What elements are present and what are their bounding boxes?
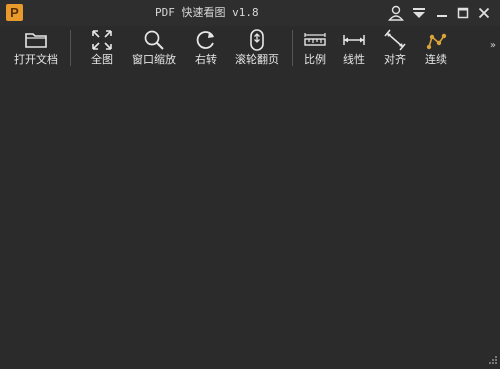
document-view-area[interactable] <box>0 72 500 364</box>
align-label: 对齐 <box>384 53 406 66</box>
fit-all-button[interactable]: 全图 <box>82 26 122 72</box>
linear-label: 线性 <box>343 53 365 66</box>
rotate-right-button[interactable]: 右转 <box>186 26 226 72</box>
continuous-label: 连续 <box>425 53 447 66</box>
rotate-right-icon <box>193 28 219 52</box>
maximize-icon[interactable] <box>453 3 473 23</box>
zoom-window-button[interactable]: 窗口缩放 <box>128 26 180 72</box>
align-measure-icon <box>382 28 408 52</box>
mouse-wheel-icon <box>244 28 270 52</box>
scale-button[interactable]: 比例 <box>300 26 330 72</box>
close-icon[interactable] <box>474 3 494 23</box>
zoom-window-label: 窗口缩放 <box>132 53 176 66</box>
toolbar-overflow-button[interactable]: » <box>490 40 496 51</box>
menu-dropdown-icon[interactable] <box>409 3 429 23</box>
user-icon[interactable] <box>386 3 406 23</box>
scale-label: 比例 <box>304 53 326 66</box>
window-title: PDF 快速看图 v1.8 <box>155 6 259 19</box>
app-logo-letter: P <box>10 5 19 20</box>
rotate-right-label: 右转 <box>195 53 217 66</box>
title-bar: P PDF 快速看图 v1.8 <box>0 0 500 26</box>
align-button[interactable]: 对齐 <box>378 26 412 72</box>
folder-icon <box>23 28 49 52</box>
wheel-page-label: 滚轮翻页 <box>235 53 279 66</box>
scale-ruler-icon <box>302 28 328 52</box>
continuous-button[interactable]: 连续 <box>420 26 452 72</box>
linear-measure-icon <box>341 28 367 52</box>
fit-all-icon <box>89 28 115 52</box>
resize-grip-icon[interactable] <box>488 350 498 364</box>
minimize-icon[interactable] <box>432 3 452 23</box>
toolbar-separator <box>70 30 71 66</box>
toolbar-separator <box>292 30 293 66</box>
wheel-page-button[interactable]: 滚轮翻页 <box>232 26 282 72</box>
fit-all-label: 全图 <box>91 53 113 66</box>
open-document-label: 打开文档 <box>14 53 58 66</box>
continuous-measure-icon <box>423 28 449 52</box>
zoom-window-icon <box>141 28 167 52</box>
app-logo: P <box>6 4 23 21</box>
toolbar: 打开文档 全图 窗口缩放 右转 滚轮翻页 比例 线性 对齐 连续 » <box>0 26 500 72</box>
linear-button[interactable]: 线性 <box>338 26 370 72</box>
open-document-button[interactable]: 打开文档 <box>7 26 65 72</box>
